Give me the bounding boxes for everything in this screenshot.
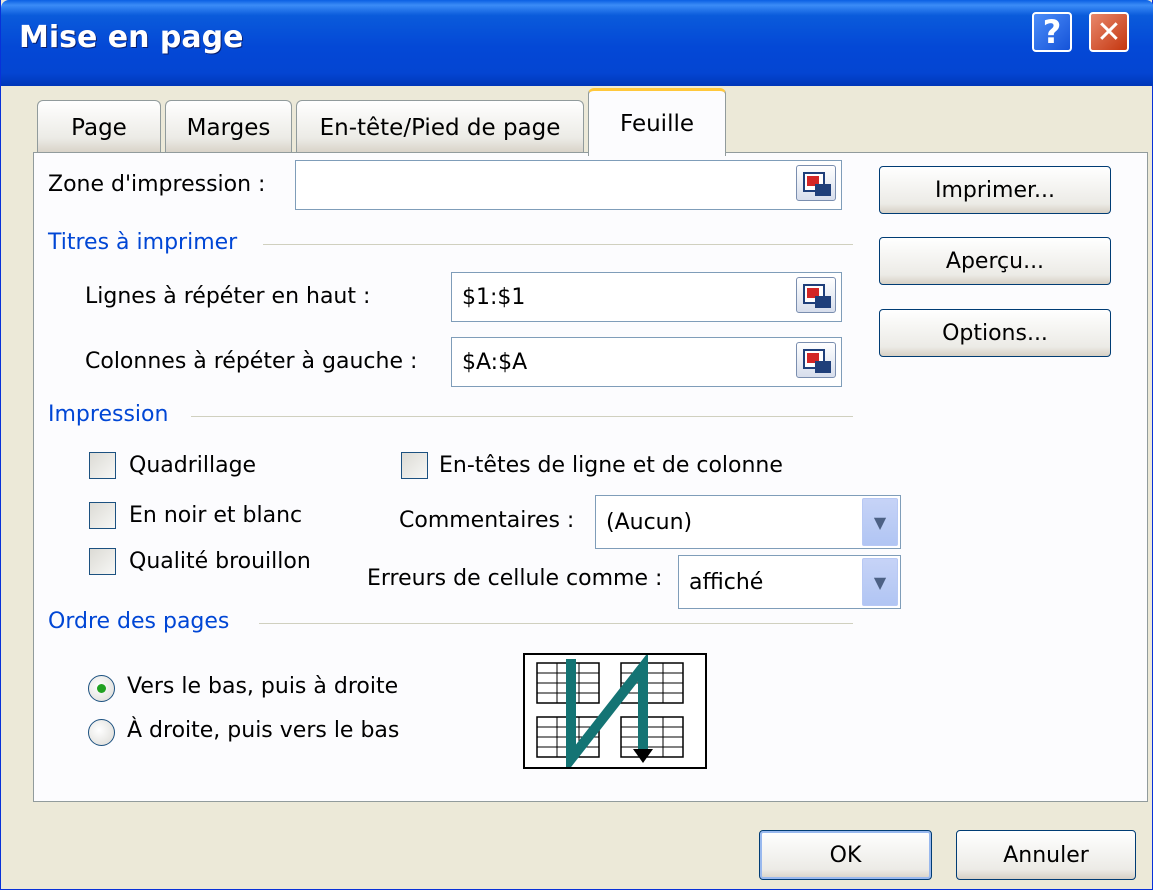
print-preview-button-label: Aperçu...	[945, 248, 1045, 274]
page-order-group-divider	[259, 623, 853, 624]
cell-errors-label: Erreurs de cellule comme :	[367, 566, 663, 591]
print-group-divider	[191, 416, 853, 417]
print-preview-button[interactable]: Aperçu...	[879, 237, 1111, 285]
cols-to-repeat-value: $A:$A	[462, 350, 528, 375]
comments-select[interactable]: (Aucun) ▼	[595, 495, 901, 549]
over-then-down-label: À droite, puis vers le bas	[127, 718, 400, 743]
page-setup-dialog: Mise en page ? ✕ Page Marges En-tête/Pie…	[0, 0, 1153, 890]
print-group-label: Impression	[48, 402, 169, 427]
print-button[interactable]: Imprimer...	[879, 166, 1111, 214]
rows-to-repeat-value: $1:$1	[462, 285, 526, 310]
page-order-preview	[523, 652, 707, 774]
rows-to-repeat-label: Lignes à répéter en haut :	[85, 284, 371, 309]
chevron-down-icon[interactable]: ▼	[862, 498, 898, 546]
cols-to-repeat-label: Colonnes à répéter à gauche :	[85, 349, 418, 374]
ok-button[interactable]: OK	[759, 830, 932, 880]
page-order-diagram-icon	[536, 652, 684, 774]
page-order-group-label: Ordre des pages	[48, 609, 230, 634]
draft-quality-label: Qualité brouillon	[129, 549, 311, 574]
cell-errors-select[interactable]: affiché ▼	[678, 555, 901, 609]
headings-label: En-têtes de ligne et de colonne	[439, 453, 783, 478]
print-area-label: Zone d'impression :	[48, 172, 266, 197]
titles-group-divider	[263, 244, 853, 245]
cell-errors-value: affiché	[689, 570, 764, 595]
cancel-button-label: Annuler	[1003, 842, 1089, 868]
cols-to-repeat-input[interactable]: $A:$A	[451, 337, 842, 387]
gridlines-checkbox[interactable]	[89, 452, 116, 479]
options-button[interactable]: Options...	[879, 309, 1111, 357]
print-area-input[interactable]	[295, 160, 842, 210]
chevron-down-icon[interactable]: ▼	[862, 558, 898, 606]
black-white-checkbox[interactable]	[89, 502, 116, 529]
headings-checkbox[interactable]	[401, 452, 428, 479]
collapse-dialog-button[interactable]	[796, 165, 836, 201]
cols-collapse-button[interactable]	[796, 342, 836, 378]
print-button-label: Imprimer...	[934, 177, 1055, 203]
down-then-over-radio[interactable]	[88, 675, 115, 702]
comments-value: (Aucun)	[606, 510, 693, 535]
rows-collapse-button[interactable]	[796, 277, 836, 313]
draft-quality-checkbox[interactable]	[89, 548, 116, 575]
comments-label: Commentaires :	[399, 508, 575, 533]
panel-content: Zone d'impression : Titres à imprimer Li…	[1, 0, 1153, 890]
gridlines-label: Quadrillage	[129, 453, 257, 478]
over-then-down-radio[interactable]	[88, 719, 115, 746]
rows-to-repeat-input[interactable]: $1:$1	[451, 272, 842, 322]
cancel-button[interactable]: Annuler	[956, 830, 1136, 880]
ok-button-label: OK	[829, 842, 862, 868]
options-button-label: Options...	[942, 320, 1048, 346]
titles-group-label: Titres à imprimer	[48, 230, 238, 255]
black-white-label: En noir et blanc	[129, 503, 303, 528]
down-then-over-label: Vers le bas, puis à droite	[127, 674, 399, 699]
